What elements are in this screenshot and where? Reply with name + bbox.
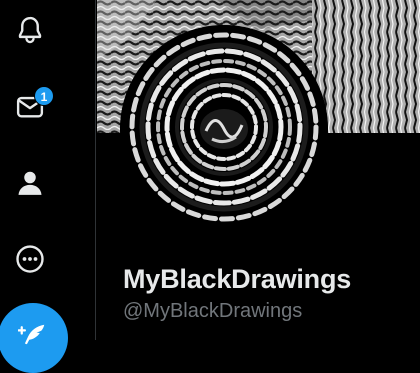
nav-more[interactable] bbox=[5, 234, 55, 284]
compose-post-button[interactable] bbox=[0, 303, 68, 373]
side-nav: 1 bbox=[0, 0, 96, 373]
nav-notifications[interactable] bbox=[5, 5, 55, 55]
unread-badge: 1 bbox=[34, 86, 54, 106]
feather-plus-icon bbox=[17, 321, 48, 356]
profile-display-name: MyBlackDrawings bbox=[123, 264, 352, 294]
profile-main: MyBlackDrawings @MyBlackDrawings bbox=[96, 0, 420, 340]
more-circle-icon bbox=[15, 244, 45, 274]
person-icon bbox=[15, 168, 45, 198]
bell-icon bbox=[15, 15, 45, 45]
profile-handle: @MyBlackDrawings bbox=[123, 300, 303, 322]
nav-profile[interactable] bbox=[5, 158, 55, 208]
profile-avatar[interactable] bbox=[120, 25, 328, 233]
nav-messages[interactable]: 1 bbox=[5, 82, 55, 132]
